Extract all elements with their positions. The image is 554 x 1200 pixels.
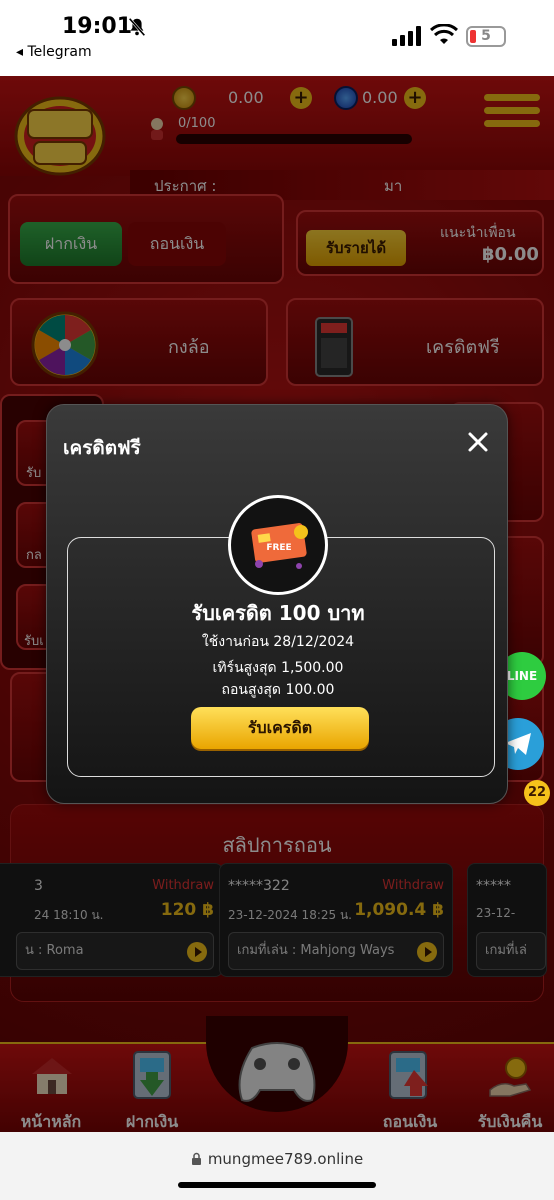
- screen: 19:01 ◂ Telegram 5 0.00 + 0.00 + 0/100 ป…: [0, 0, 554, 1200]
- credit-max-turnover: เทิร์นสูงสุด 1,500.00: [212, 660, 344, 676]
- notification-count-badge: 22: [524, 780, 550, 806]
- free-credit-badge: FREE: [228, 495, 328, 595]
- claim-credit-button[interactable]: รับเครดิต: [191, 707, 369, 749]
- wifi-icon: [430, 24, 458, 44]
- url-text: mungmee789.online: [207, 1150, 364, 1168]
- credit-headline: รับเครดิต 100 บาท: [191, 601, 365, 625]
- home-indicator[interactable]: [178, 1182, 376, 1188]
- bell-muted-icon: [128, 17, 146, 37]
- battery-level: 5: [481, 28, 491, 44]
- free-credit-modal: เครดิตฟรี FREE รับเครดิต 100 บาท ใช้งานก…: [46, 404, 508, 804]
- credit-expiry: ใช้งานก่อน 28/12/2024: [201, 634, 355, 650]
- card-badge-text: FREE: [266, 543, 291, 553]
- battery-icon: 5: [466, 26, 506, 47]
- signal-icon: [392, 26, 421, 46]
- status-time: 19:01: [62, 14, 133, 39]
- free-card-icon: FREE: [251, 523, 308, 569]
- back-to-telegram[interactable]: ◂ Telegram: [16, 44, 92, 60]
- paper-plane-icon: [505, 733, 531, 755]
- browser-address-bar: mungmee789.online: [0, 1132, 554, 1200]
- close-icon[interactable]: [465, 429, 491, 455]
- url-field[interactable]: mungmee789.online: [0, 1150, 554, 1168]
- credit-max-withdraw: ถอนสูงสุด 100.00: [221, 682, 335, 698]
- modal-title: เครดิตฟรี: [63, 437, 141, 459]
- status-bar: 19:01 ◂ Telegram 5: [0, 0, 554, 76]
- lock-icon: [191, 1152, 201, 1165]
